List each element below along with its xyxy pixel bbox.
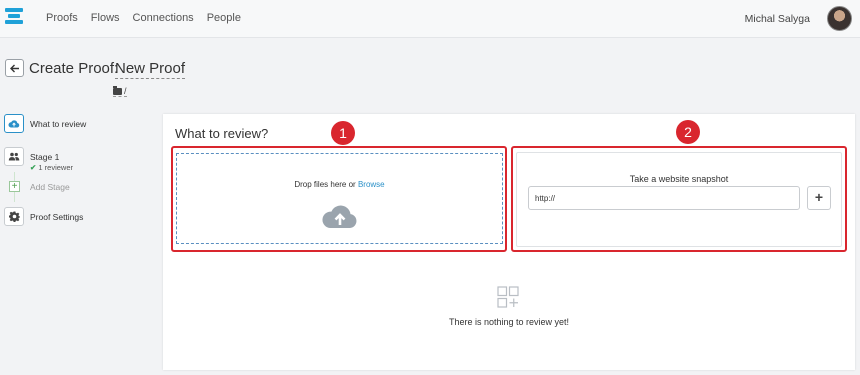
nav-people[interactable]: People [207, 12, 241, 24]
stage-reviewer-count: ✔ 1 reviewer [30, 163, 73, 172]
file-dropzone[interactable]: Drop files here or Browse [176, 153, 503, 244]
folder-selector[interactable]: / [113, 85, 127, 97]
url-input[interactable] [528, 186, 800, 210]
annotation-badge-1: 1 [331, 121, 355, 145]
drop-text: Drop files here or [294, 180, 358, 189]
page-title: Create Proof: [29, 60, 119, 77]
people-icon [4, 147, 24, 166]
reviewer-count-label: 1 reviewer [38, 163, 73, 172]
empty-grid-icon [497, 286, 519, 308]
annotation-badge-2: 2 [676, 120, 700, 144]
sidebar-item-stage-1[interactable]: Stage 1 ✔ 1 reviewer [4, 147, 154, 172]
sidebar-item-label: Stage 1 [30, 152, 60, 162]
folder-path: / [124, 86, 127, 96]
drop-instructions: Drop files here or Browse [177, 180, 502, 189]
section-title: What to review? [175, 126, 269, 141]
website-snapshot-panel: Take a website snapshot + [516, 152, 842, 247]
user-name[interactable]: Michal Salyga [745, 13, 810, 25]
sidebar-item-label: Proof Settings [30, 212, 84, 222]
empty-state-message: There is nothing to review yet! [448, 317, 570, 327]
sidebar-item-proof-settings[interactable]: Proof Settings [4, 207, 154, 227]
sidebar-item-label: What to review [30, 119, 87, 129]
add-stage-label: Add Stage [30, 182, 70, 192]
avatar[interactable] [827, 6, 852, 31]
proof-name-field[interactable]: New Proof [115, 60, 186, 79]
browse-link[interactable]: Browse [358, 180, 385, 189]
top-navbar: Proofs Flows Connections People Michal S… [0, 0, 860, 38]
cloud-upload-icon [322, 205, 357, 228]
back-button[interactable] [5, 59, 24, 77]
nav-proofs[interactable]: Proofs [46, 12, 78, 24]
folder-icon [113, 85, 122, 95]
cloud-upload-icon [4, 114, 24, 133]
arrow-left-icon [9, 64, 19, 72]
app-logo[interactable] [5, 8, 23, 28]
nav-connections[interactable]: Connections [133, 12, 194, 24]
plus-icon: + [9, 181, 20, 192]
snapshot-title: Take a website snapshot [629, 174, 729, 184]
check-icon: ✔ [30, 163, 37, 172]
sidebar-item-what-to-review[interactable]: What to review [4, 114, 154, 134]
main-nav: Proofs Flows Connections People [46, 12, 241, 24]
add-stage-button[interactable]: + Add Stage [4, 181, 154, 194]
add-url-button[interactable]: + [807, 186, 831, 210]
nav-flows[interactable]: Flows [91, 12, 120, 24]
gear-icon [4, 207, 24, 226]
